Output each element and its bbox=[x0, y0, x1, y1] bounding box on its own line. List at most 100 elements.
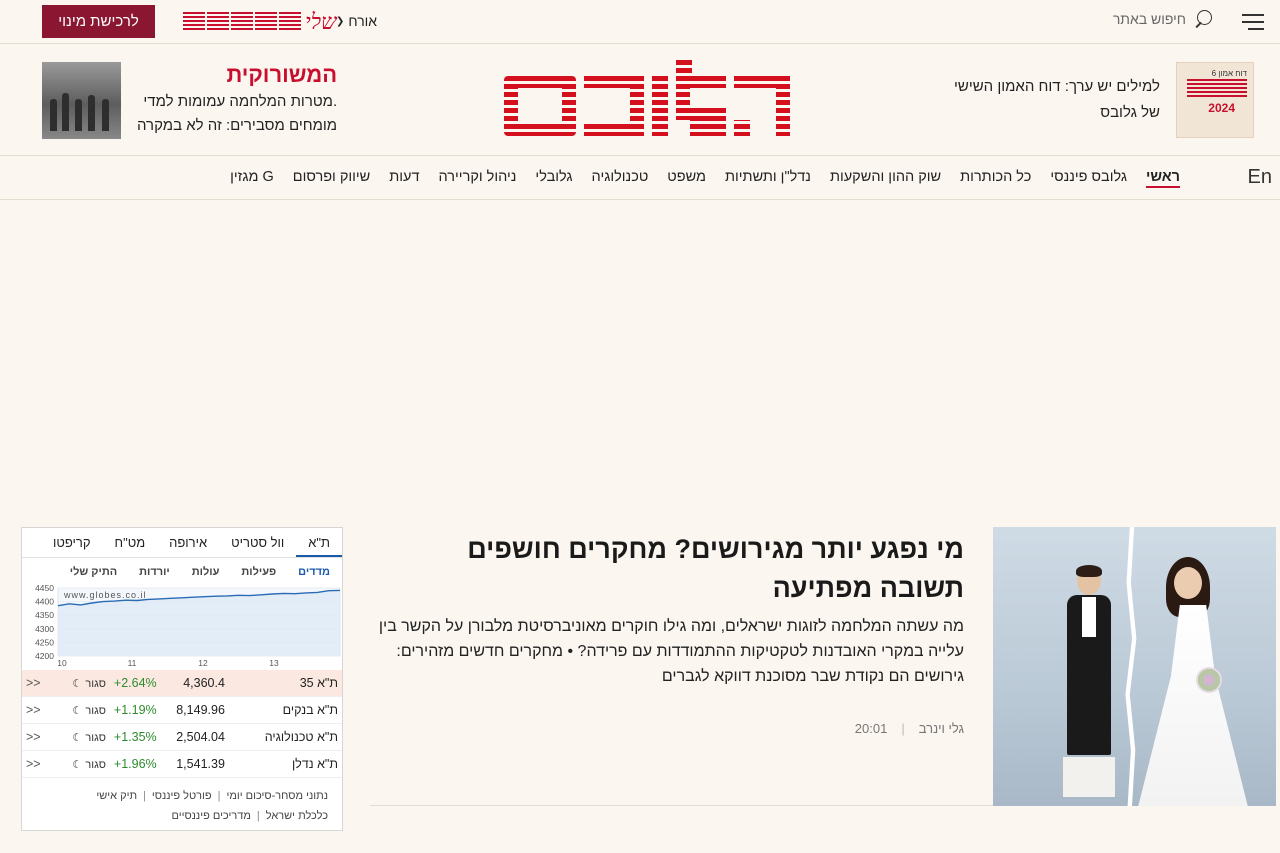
expand-arrow[interactable]: >> bbox=[22, 703, 49, 717]
market-tab[interactable]: מט"ח bbox=[103, 528, 158, 557]
link-separator: | bbox=[256, 810, 260, 822]
nav-item[interactable]: גלובס פיננסי bbox=[1050, 169, 1127, 188]
user-menu[interactable]: ❯ אורח bbox=[336, 13, 377, 29]
site-header: למילים יש ערך: דוח האמון השישי של גלובס … bbox=[0, 44, 1280, 156]
index-row[interactable]: ת"א טכנולוגיה 2,504.04 +1.35% ☾ סגור >> bbox=[22, 724, 342, 751]
globes-mini-logo bbox=[183, 12, 301, 32]
market-widget: ת"א וול סטריט אירופה מט"ח קריפטו מדדים פעילות… bbox=[21, 527, 343, 831]
nav-items: ראשי גלובס פיננסי כל הכותרות שוק ההון והשקע… bbox=[230, 169, 1180, 188]
index-value: 1,541.39 bbox=[176, 757, 225, 771]
market-link[interactable]: תיק אישי bbox=[96, 790, 137, 802]
index-name: ת"א נדלן bbox=[291, 757, 338, 771]
index-status: ☾ סגור bbox=[72, 731, 106, 744]
english-link[interactable]: En bbox=[1248, 166, 1272, 189]
y-tick-label: 4300 bbox=[35, 624, 54, 634]
nav-item[interactable]: שוק ההון והשקעות bbox=[830, 169, 941, 188]
index-row[interactable]: ת"א בנקים 8,149.96 +1.19% ☾ סגור >> bbox=[22, 697, 342, 724]
article-title[interactable]: מי נפגע יותר מגירושים? מחקרים חושפים תשו… bbox=[404, 530, 964, 608]
market-tab[interactable]: אירופה bbox=[157, 528, 219, 557]
globes-logo[interactable] bbox=[504, 60, 792, 138]
nav-item[interactable]: נדל"ן ותשתיות bbox=[725, 169, 811, 188]
bride-figurine bbox=[1138, 557, 1248, 806]
thumb-year: 2024 bbox=[1208, 101, 1235, 115]
menu-icon[interactable] bbox=[1242, 14, 1264, 30]
index-value: 4,360.4 bbox=[183, 676, 225, 690]
link-separator: | bbox=[143, 790, 146, 802]
y-tick-label: 4400 bbox=[35, 597, 54, 607]
expand-arrow[interactable]: >> bbox=[22, 757, 49, 771]
article-image[interactable] bbox=[993, 527, 1276, 806]
search-button[interactable]: חיפוש באתר bbox=[1113, 10, 1212, 28]
nav-item[interactable]: גלובלי bbox=[535, 169, 572, 188]
index-status: ☾ סגור bbox=[72, 704, 106, 717]
promo-tag: המשורוקית bbox=[226, 62, 338, 87]
top-bar: לרכישת מינוי שלי ❯ אורח חיפוש באתר bbox=[0, 0, 1280, 44]
market-tab[interactable]: קריפטו bbox=[41, 528, 103, 557]
promo-line: למילים יש ערך: דוח האמון השישי bbox=[953, 78, 1160, 95]
nav-item[interactable]: מגזין G bbox=[230, 169, 274, 188]
nav-item[interactable]: שיווק ופרסום bbox=[293, 169, 371, 188]
index-row[interactable]: ת"א נדלן 1,541.39 +1.96% ☾ סגור >> bbox=[22, 751, 342, 778]
nav-item[interactable]: כל הכותרות bbox=[960, 169, 1031, 188]
search-icon bbox=[1194, 10, 1212, 28]
index-change: +1.35% bbox=[113, 730, 157, 744]
article-meta: 20:01 | גלי וינרב bbox=[855, 721, 964, 736]
market-rows: ת"א 35 4,360.4 +2.64% ☾ סגור >> ת"א בנקים 8,14… bbox=[22, 670, 342, 778]
x-tick-label: 12 bbox=[198, 658, 208, 668]
x-tick-label: 13 bbox=[269, 658, 279, 668]
y-tick-label: 4350 bbox=[35, 610, 54, 620]
trust-report-thumbnail: דוח אמון 6 2024 bbox=[1176, 62, 1254, 138]
article-subtitle[interactable]: מה עשתה המלחמה לזוגות ישראלים, ומה גילו … bbox=[374, 614, 964, 689]
market-link[interactable]: כלכלת ישראל bbox=[266, 810, 328, 822]
war-analysis-text: המשורוקית מטרות המלחמה עמומות למדי. מומח… bbox=[137, 62, 337, 139]
market-subtab[interactable]: פעילות bbox=[241, 566, 276, 584]
link-separator: | bbox=[217, 790, 221, 802]
nav-item[interactable]: משפט bbox=[667, 169, 706, 188]
expand-arrow[interactable]: >> bbox=[22, 676, 49, 690]
trust-report-promo[interactable]: למילים יש ערך: דוח האמון השישי של גלובס … bbox=[950, 62, 1254, 138]
thumb-caption: דוח אמון 6 bbox=[1211, 69, 1247, 78]
war-analysis-promo[interactable]: המשורוקית מטרות המלחמה עמומות למדי. מומח… bbox=[42, 62, 337, 139]
market-subtab[interactable]: מדדים bbox=[298, 566, 330, 584]
user-label: אורח bbox=[348, 13, 378, 29]
trust-report-text: למילים יש ערך: דוח האמון השישי של גלובס bbox=[950, 74, 1160, 126]
main-nav: ראשי גלובס פיננסי כל הכותרות שוק ההון והשקע… bbox=[0, 157, 1280, 200]
index-value: 8,149.96 bbox=[176, 703, 225, 717]
article-time: 20:01 bbox=[854, 721, 888, 736]
market-link[interactable]: מדריכים פיננסיים bbox=[171, 810, 250, 822]
market-subtab[interactable]: עולות bbox=[192, 566, 220, 584]
market-link[interactable]: נתוני מסחר-סיכום יומי bbox=[226, 790, 328, 802]
market-links: נתוני מסחר-סיכום יומי | פורטל פיננסי | תיק א… bbox=[22, 778, 342, 826]
y-tick-label: 4250 bbox=[35, 637, 54, 647]
promo-line: מטרות המלחמה עמומות למדי. bbox=[143, 93, 338, 110]
chart-watermark: www.globes.co.il bbox=[63, 590, 147, 600]
market-tab[interactable]: וול סטריט bbox=[219, 528, 296, 557]
x-tick-label: 10 bbox=[57, 658, 67, 668]
market-link[interactable]: פורטל פיננסי bbox=[152, 790, 212, 802]
index-chart-svg: 4450 4400 4350 4300 4250 420010 11 12 13 www.glob… bbox=[35, 584, 341, 668]
index-name: ת"א טכנולוגיה bbox=[264, 730, 338, 744]
expand-arrow[interactable]: >> bbox=[22, 730, 49, 744]
index-change: +2.64% bbox=[113, 676, 157, 690]
index-change: +1.19% bbox=[113, 703, 157, 717]
index-name: ת"א 35 bbox=[299, 676, 338, 690]
divider bbox=[370, 805, 993, 806]
soldiers-image bbox=[42, 62, 121, 139]
nav-item[interactable]: דעות bbox=[389, 169, 419, 188]
meta-separator: | bbox=[901, 721, 905, 736]
nav-item[interactable]: טכנולוגיה bbox=[592, 169, 649, 188]
nav-item[interactable]: ראשי bbox=[1145, 169, 1180, 188]
market-subtabs: מדדים פעילות עולות יורדות התיק שלי bbox=[22, 558, 342, 584]
market-subtab[interactable]: התיק שלי bbox=[70, 566, 117, 584]
my-globes-link[interactable]: שלי bbox=[183, 8, 337, 36]
y-tick-label: 4450 bbox=[35, 584, 54, 593]
subscribe-button[interactable]: לרכישת מינוי bbox=[42, 5, 155, 38]
groom-figurine bbox=[1063, 565, 1115, 797]
nav-item[interactable]: ניהול וקריירה bbox=[439, 169, 517, 188]
article-author[interactable]: גלי וינרב bbox=[919, 721, 964, 736]
index-row[interactable]: ת"א 35 4,360.4 +2.64% ☾ סגור >> bbox=[22, 670, 342, 697]
chevron-down-icon: ❯ bbox=[336, 15, 345, 27]
search-label: חיפוש באתר bbox=[1112, 11, 1186, 27]
market-tab[interactable]: ת"א bbox=[296, 528, 342, 557]
market-subtab[interactable]: יורדות bbox=[139, 566, 170, 584]
